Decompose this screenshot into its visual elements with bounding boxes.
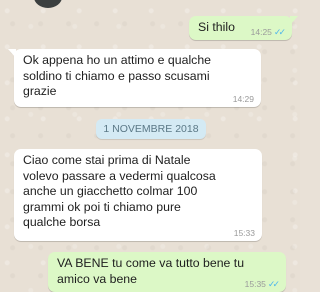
- bubble-tail: [8, 49, 16, 58]
- message-time: 14:29: [232, 94, 254, 104]
- message-text: Ciao come stai prima di Natale volevo pa…: [23, 153, 216, 229]
- double-check-icon: ✓✓: [267, 279, 280, 289]
- message-bubble-outgoing[interactable]: Si thilo 14:25 ✓✓: [189, 16, 298, 40]
- chat-wallpaper: [0, 0, 300, 292]
- message-bubble-outgoing[interactable]: VA BENE tu come va tutto bene tu amico v…: [48, 252, 286, 292]
- message-time: 15:35: [244, 279, 266, 289]
- bubble-tail: [290, 16, 298, 25]
- message-time: 14:25: [250, 27, 272, 37]
- double-check-icon: ✓✓: [273, 27, 286, 37]
- message-meta: 15:33: [234, 228, 255, 238]
- message-bubble-incoming[interactable]: Ok appena ho un attimo e qualche soldino…: [8, 49, 261, 107]
- message-bubble-incoming[interactable]: Ciao come stai prima di Natale volevo pa…: [14, 149, 262, 241]
- date-separator: 1 NOVEMBRE 2018: [96, 119, 206, 139]
- message-time: 15:33: [233, 228, 255, 238]
- message-meta: 15:35 ✓✓: [244, 279, 280, 289]
- message-meta: 14:25 ✓✓: [250, 27, 286, 37]
- message-text: Ok appena ho un attimo e qualche soldino…: [23, 53, 212, 98]
- message-meta: 14:29: [233, 94, 254, 104]
